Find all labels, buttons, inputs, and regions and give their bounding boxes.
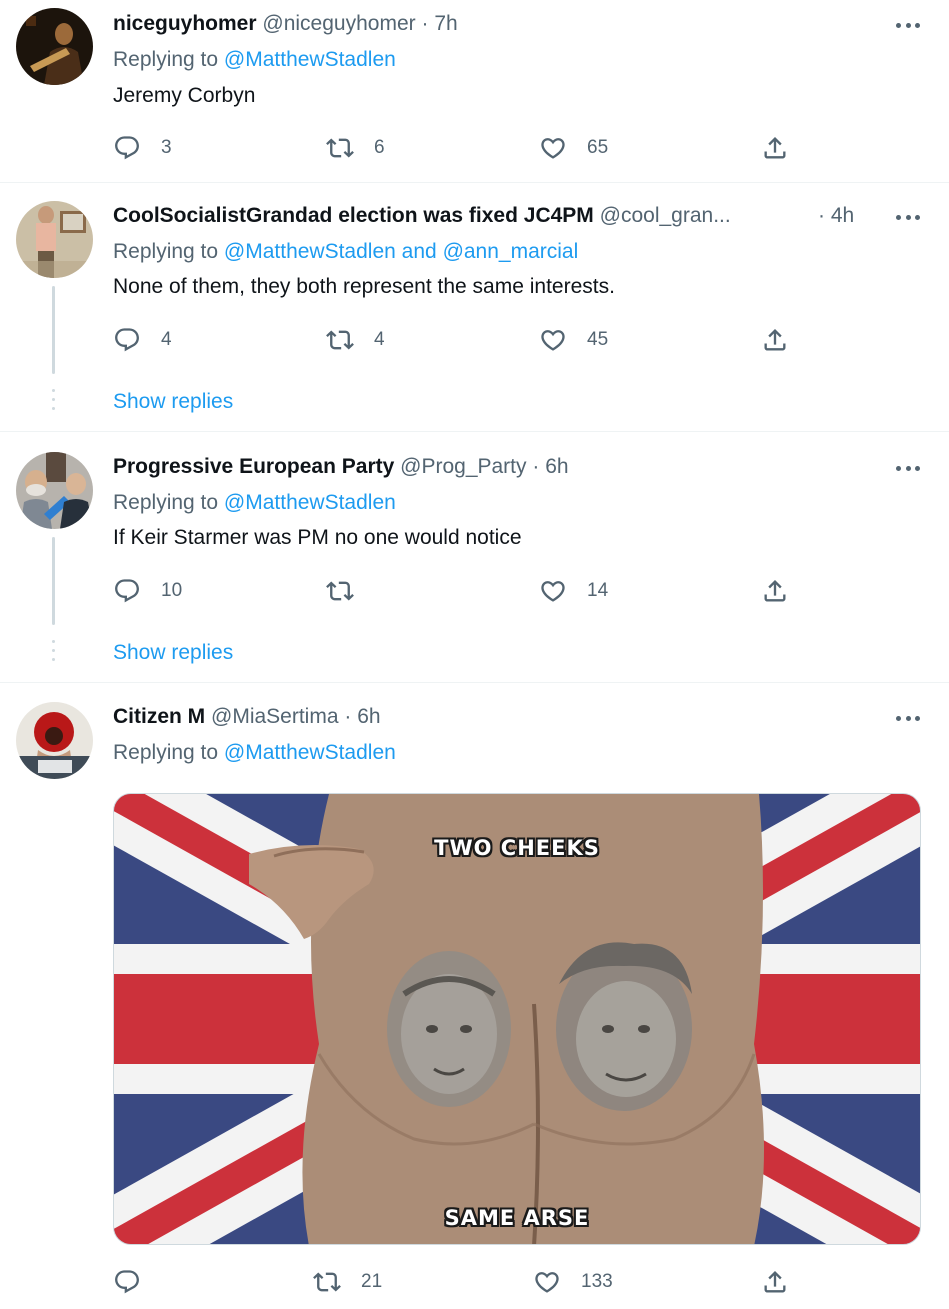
tweet-actions: 21 133 — [113, 1267, 813, 1297]
union-jack-image — [114, 794, 920, 1244]
reply-button[interactable] — [113, 1267, 161, 1297]
display-name[interactable]: Citizen M — [113, 705, 205, 728]
avatar[interactable] — [16, 702, 93, 779]
retweet-icon — [313, 1268, 341, 1296]
mention-link[interactable]: @MatthewStadlen — [224, 741, 396, 764]
user-handle[interactable]: @MiaSertima — [211, 705, 339, 728]
image-caption-top: TWO CHEEKS — [434, 836, 600, 860]
separator: · — [344, 705, 352, 728]
timestamp[interactable]: 6h — [357, 705, 380, 728]
replying-label: Replying to — [113, 741, 219, 764]
like-count: 133 — [581, 1271, 613, 1292]
retweet-button[interactable]: 21 — [313, 1267, 382, 1297]
retweet-count: 21 — [361, 1271, 383, 1292]
reply-icon — [113, 1268, 141, 1296]
share-button[interactable] — [761, 1267, 789, 1297]
heart-icon — [533, 1268, 561, 1296]
tweet-media-image[interactable]: TWO CHEEKS SAME ARSE — [113, 793, 921, 1245]
share-icon — [761, 1268, 789, 1296]
like-button[interactable]: 133 — [533, 1267, 613, 1297]
image-caption-bottom: SAME ARSE — [444, 1206, 590, 1230]
more-icon[interactable] — [893, 708, 923, 728]
replying-to: Replying to @MatthewStadlen — [113, 739, 396, 767]
tweet[interactable]: Citizen M @MiaSertima · 6h Replying to @… — [0, 0, 949, 1309]
